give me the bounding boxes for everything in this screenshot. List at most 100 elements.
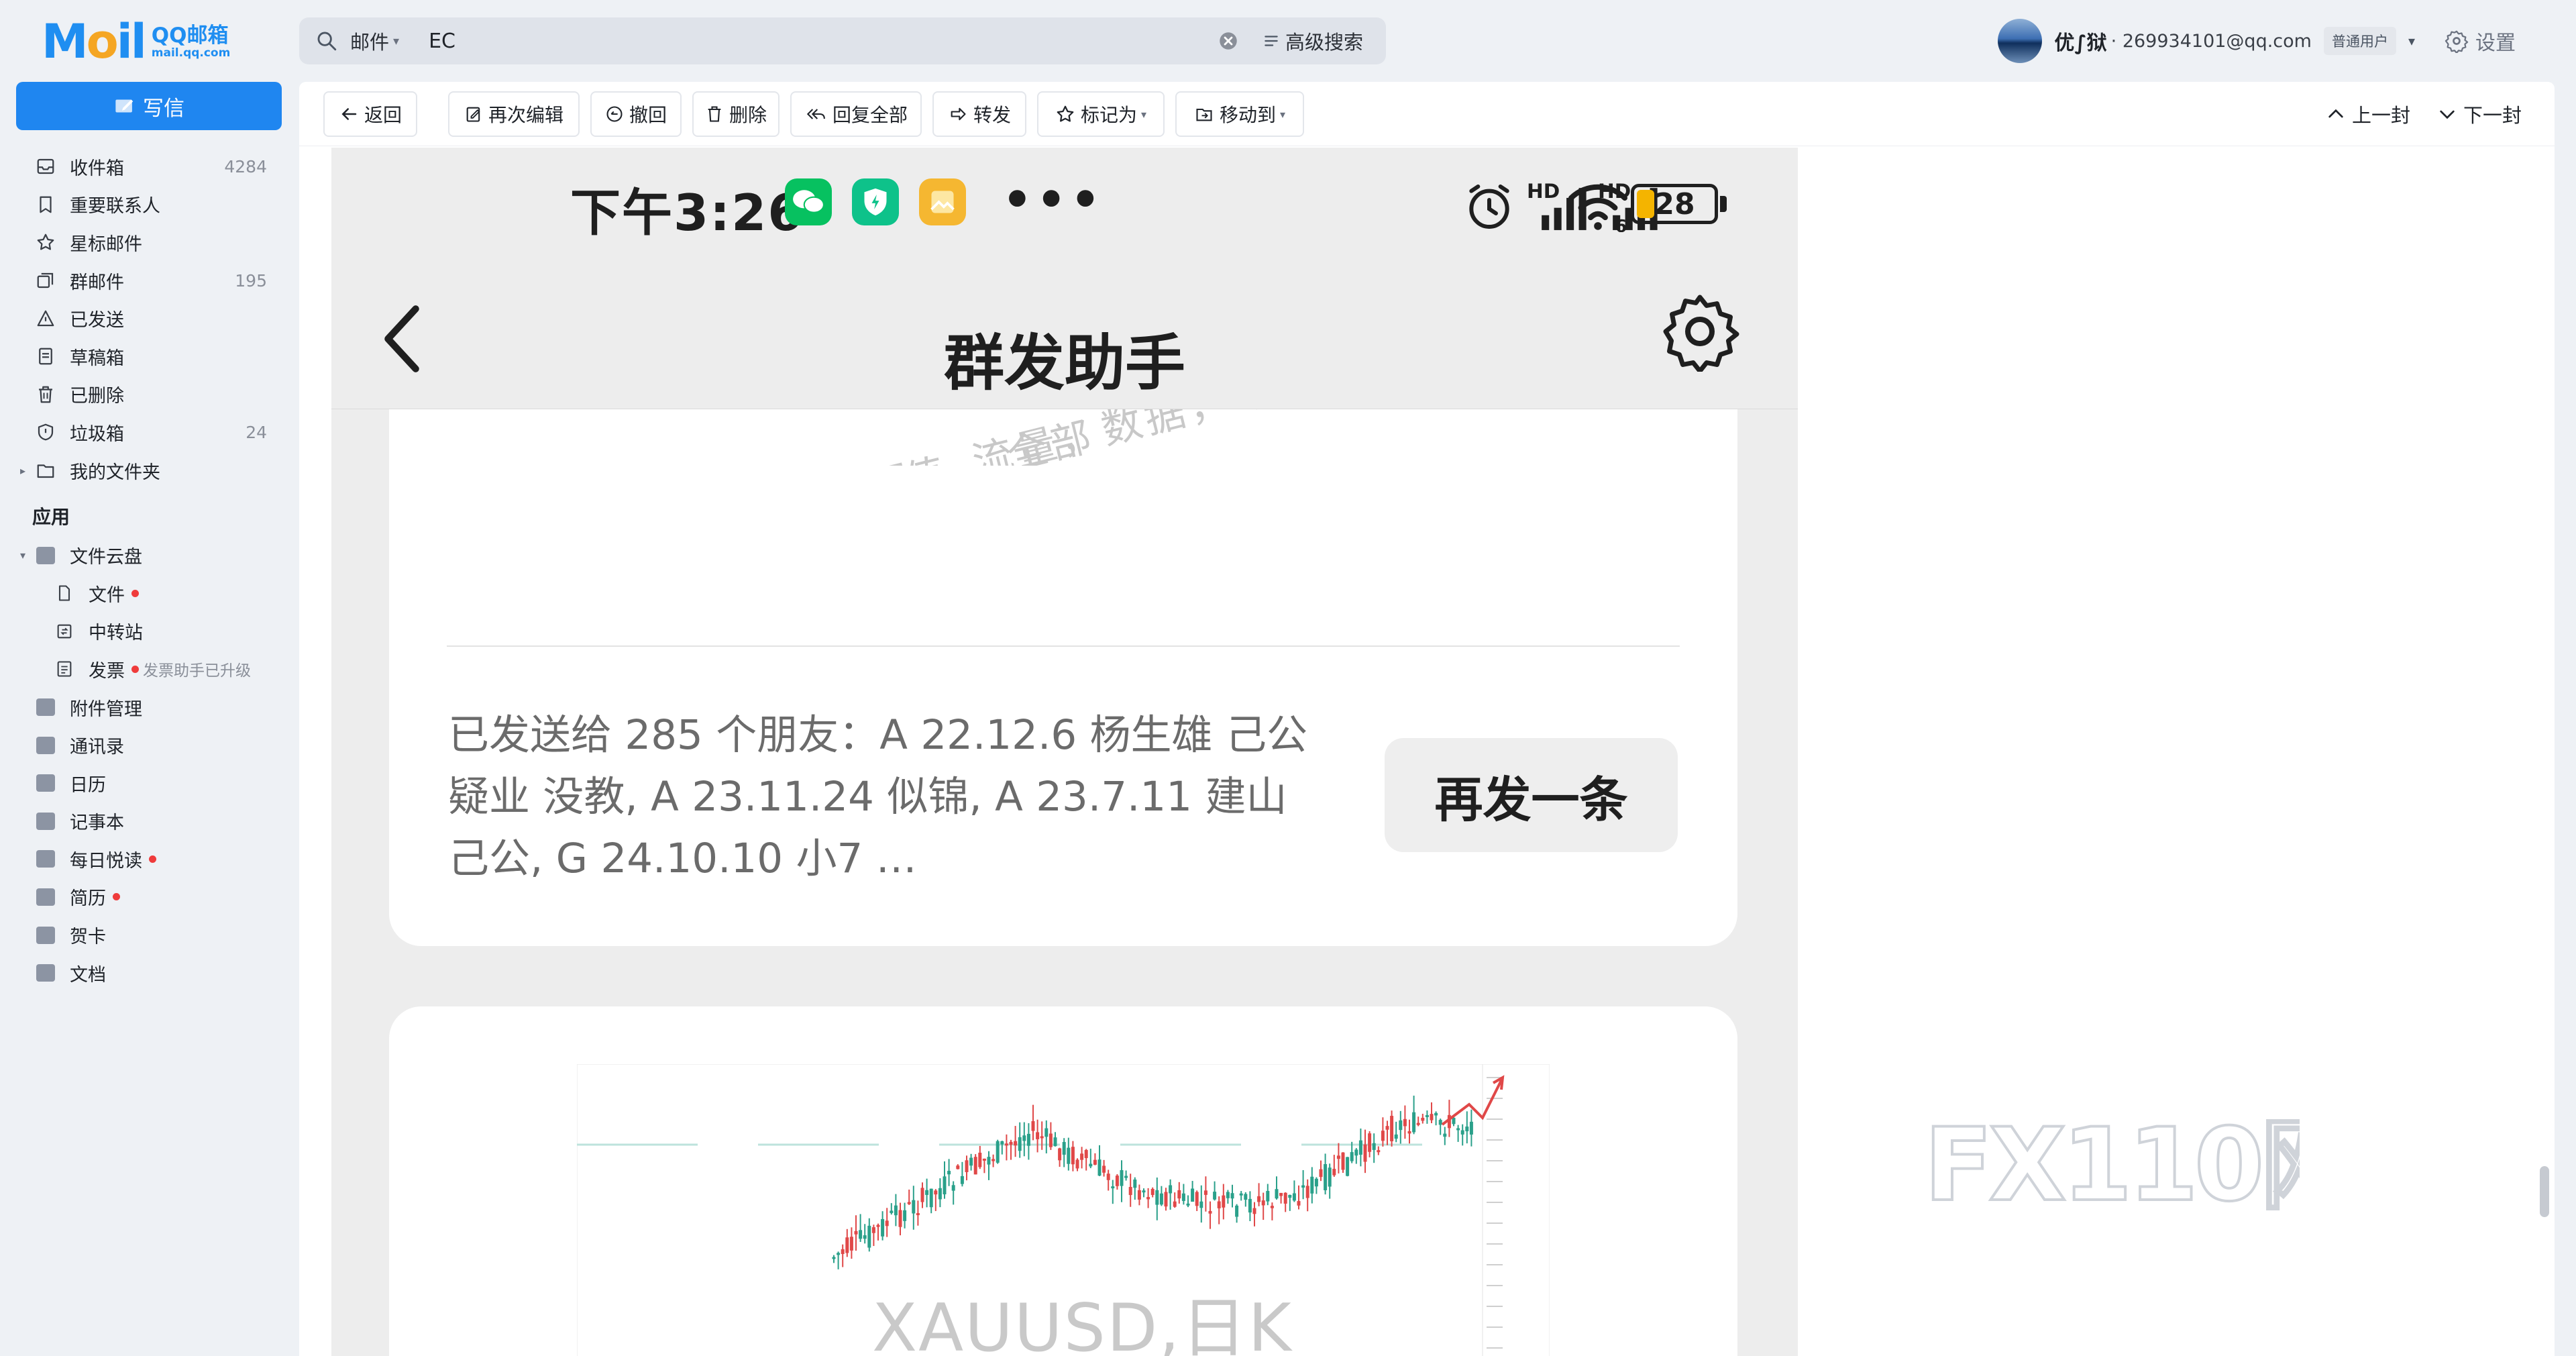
- unread-count: 4284: [224, 156, 267, 176]
- sidebar-item-label: 文档: [70, 964, 106, 986]
- sidebar-item-resume[interactable]: 简历: [0, 878, 288, 917]
- resume-icon: [35, 886, 56, 908]
- sidebar-item-notes[interactable]: 记事本: [0, 802, 288, 841]
- logo-wordmark: Moil: [42, 14, 147, 69]
- sidebar-item-files[interactable]: 文件: [0, 574, 288, 613]
- reedit-label: 再次编辑: [488, 104, 564, 126]
- sidebar-item-cloud-disk[interactable]: ▾ 文件云盘: [0, 536, 288, 574]
- back-button[interactable]: 返回: [323, 91, 417, 137]
- reply-all-icon: [806, 109, 825, 119]
- sidebar-item-invoice[interactable]: 发票 发票助手已升级: [0, 650, 288, 688]
- top-bar: Moil QQ邮箱 mail.qq.com 邮件 ▾ EC 高级搜索 优∫狱 ·…: [0, 0, 2576, 82]
- sidebar-item-spam[interactable]: 垃圾箱 24: [0, 413, 288, 452]
- sidebar-item-label: 每日悦读: [70, 850, 142, 872]
- mark-as-dropdown[interactable]: 标记为 ▾: [1037, 91, 1165, 137]
- delete-label: 删除: [729, 104, 767, 126]
- sidebar-item-important-contacts[interactable]: 重要联系人: [0, 186, 288, 224]
- forward-arrow-icon: [951, 107, 966, 121]
- reedit-button[interactable]: 再次编辑: [448, 91, 580, 137]
- wifi-icon: [1563, 185, 1564, 186]
- sidebar-item-inbox[interactable]: 收件箱 4284: [0, 148, 288, 186]
- alarm-clock-icon: [1469, 185, 1509, 229]
- collapse-arrow-icon[interactable]: ▾: [20, 549, 25, 562]
- invoice-icon: [54, 658, 75, 680]
- advanced-search-button[interactable]: 高级搜索: [1263, 27, 1363, 55]
- mail-toolbar: 返回 再次编辑 撤回 删除 回复全部 转发 标记为 ▾ 移动到 ▾ 上一封 下一…: [299, 82, 2555, 146]
- candlestick: [1341, 1152, 1345, 1174]
- reply-all-button[interactable]: 回复全部: [790, 91, 922, 137]
- chevron-up-icon: [2328, 109, 2343, 118]
- sidebar-item-group-mail[interactable]: 群邮件 195: [0, 262, 288, 300]
- delete-button[interactable]: 删除: [692, 91, 780, 137]
- resend-button[interactable]: 再发一条: [1385, 738, 1678, 852]
- settings-button[interactable]: 设置: [2445, 26, 2516, 56]
- previous-mail-button[interactable]: 上一封: [2325, 91, 2410, 137]
- sidebar-item-sent[interactable]: 已发送: [0, 299, 288, 337]
- user-name: 优∫狱: [2054, 32, 2107, 55]
- sidebar-item-label: 收件箱: [70, 158, 124, 179]
- sidebar-item-label: 简历: [70, 888, 106, 910]
- unread-count: 195: [235, 270, 267, 291]
- move-to-dropdown[interactable]: 移动到 ▾: [1175, 91, 1304, 137]
- notification-dot: [113, 893, 120, 901]
- group-mail-icon: [35, 270, 56, 291]
- inbox-icon: [35, 156, 56, 177]
- clear-search-icon[interactable]: [1217, 30, 1240, 52]
- recall-label: 撤回: [629, 104, 667, 126]
- sidebar-item-label: 文件云盘: [70, 547, 142, 568]
- divider: [447, 645, 1680, 647]
- search-scope-dropdown[interactable]: 邮件 ▾: [350, 27, 399, 55]
- watermark-line-2: 格局， 价值， 全部: [710, 409, 1100, 466]
- compose-button[interactable]: 写信: [16, 82, 282, 130]
- search-input[interactable]: EC: [429, 30, 1217, 53]
- sidebar-item-contacts[interactable]: 通讯录: [0, 726, 288, 764]
- notification-dot: [131, 589, 139, 597]
- forward-button[interactable]: 转发: [932, 91, 1026, 137]
- sidebar-item-calendar[interactable]: 日历: [0, 764, 288, 802]
- recall-button[interactable]: 撤回: [590, 91, 682, 137]
- unread-count: 24: [246, 422, 267, 442]
- sidebar-item-drafts[interactable]: 草稿箱: [0, 337, 288, 376]
- sent-icon: [35, 308, 56, 329]
- chart-image-card: XAUUSD,日K: [389, 1006, 1737, 1356]
- sidebar-nav: 收件箱 4284 重要联系人 星标邮件 群邮件 195 已发送 草稿箱 已删除 …: [0, 148, 288, 992]
- next-mail-button[interactable]: 下一封: [2436, 91, 2522, 137]
- mail-body-image: 下午3:26 ••• HD HD 6 28 群发助手 已发送给 285 个朋友：…: [331, 148, 1798, 1356]
- expand-arrow-icon[interactable]: ▸: [20, 464, 25, 477]
- file-icon: [54, 582, 75, 604]
- candlestick: [973, 1154, 977, 1175]
- invoice-upgrade-hint: 发票助手已升级: [143, 662, 251, 680]
- spam-icon: [35, 421, 56, 443]
- sidebar-item-attachments[interactable]: 附件管理: [0, 688, 288, 727]
- user-menu[interactable]: 优∫狱 · 269934101@qq.com 普通用户 ▾ 设置: [1998, 17, 2516, 64]
- wifi-icon: [1669, 177, 1670, 178]
- sidebar-item-daily-reading[interactable]: 每日悦读: [0, 840, 288, 878]
- battery-indicator: 28: [1631, 184, 1718, 224]
- sidebar-item-label: 我的文件夹: [70, 462, 160, 483]
- phone-time: 下午3:26: [570, 183, 804, 242]
- wifi-status-icon: 6: [1568, 184, 1627, 232]
- chevron-down-icon: ▾: [1279, 107, 1286, 121]
- user-menu-chevron-icon[interactable]: ▾: [2408, 33, 2415, 49]
- more-notifications-icon: •••: [1002, 172, 1105, 227]
- search-bar[interactable]: 邮件 ▾ EC 高级搜索: [299, 17, 1386, 64]
- folder-icon: [35, 460, 56, 481]
- sidebar-item-label: 发票: [89, 660, 125, 682]
- edit-icon: [466, 107, 480, 122]
- sidebar-item-deleted[interactable]: 已删除: [0, 376, 288, 414]
- sidebar-item-starred[interactable]: 星标邮件: [0, 223, 288, 262]
- sidebar-item-label: 已发送: [70, 310, 124, 331]
- sidebar-item-my-folders[interactable]: ▸ 我的文件夹: [0, 452, 288, 490]
- notification-dot: [131, 665, 139, 673]
- sidebar-item-label: 重要联系人: [70, 196, 160, 217]
- attachment-manager-icon: [35, 696, 56, 718]
- gear-icon: [2445, 30, 2469, 53]
- sidebar-item-transfer[interactable]: 中转站: [0, 613, 288, 651]
- gear-icon[interactable]: [1660, 291, 1740, 372]
- sidebar-item-docs[interactable]: 文档: [0, 954, 288, 992]
- chevron-down-icon: ▾: [1140, 107, 1147, 121]
- sidebar-item-greeting-card[interactable]: 贺卡: [0, 916, 288, 954]
- vertical-scrollbar[interactable]: [2540, 1166, 2549, 1217]
- qq-mail-logo[interactable]: Moil QQ邮箱 mail.qq.com: [42, 15, 230, 68]
- avatar[interactable]: [1998, 19, 2043, 63]
